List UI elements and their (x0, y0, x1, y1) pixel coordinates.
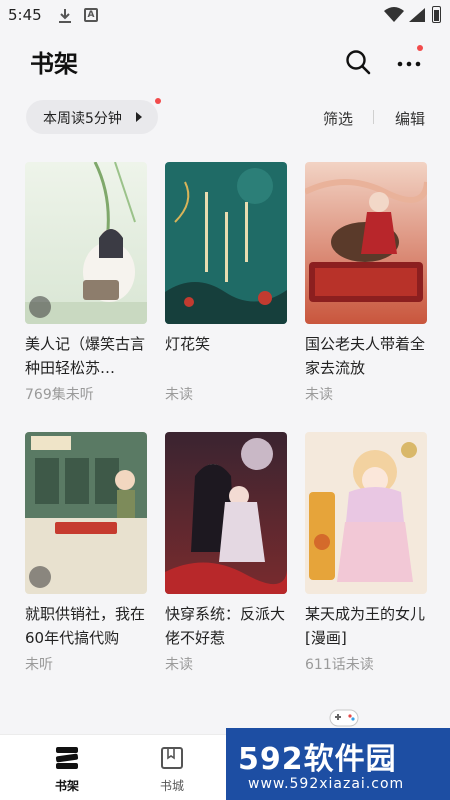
signal-icon (409, 8, 425, 22)
filter-button[interactable]: 筛选 (323, 108, 353, 129)
book-status: 611话未读 (305, 657, 374, 673)
battery-icon (432, 6, 441, 23)
notification-a-icon: A (84, 8, 98, 22)
watermark-brand: 592软件园 (238, 742, 397, 777)
reading-notification-dot (155, 98, 161, 104)
arrow-right-icon (136, 112, 142, 122)
weekly-reading-button[interactable]: 本周读5分钟 (26, 100, 158, 134)
bookshelf-icon (55, 747, 79, 769)
status-time: 5:45 (8, 6, 42, 24)
book-icon (161, 747, 183, 769)
book-cover[interactable] (165, 162, 287, 324)
book-status: 未读 (165, 657, 193, 673)
tab-bookstore-label: 书城 (159, 779, 184, 793)
book-status: 769集未听 (25, 387, 94, 403)
book-title: 就职供销社，我在60年代搞代购 (25, 605, 146, 647)
book-cover[interactable] (165, 432, 287, 594)
watermark-logo: 592软件园 www.592xiazai.com (226, 728, 450, 800)
book-title: 国公老夫人带着全家去流放 (305, 335, 426, 377)
book-title: 美人记（爆笑古言 种田轻松苏… (25, 335, 146, 377)
watermark-url: www.592xiazai.com (248, 776, 405, 792)
edit-button[interactable]: 编辑 (395, 108, 425, 129)
more-icon[interactable] (394, 48, 426, 76)
tab-bookshelf[interactable]: 书架 (37, 735, 97, 800)
download-icon (59, 9, 71, 23)
book-status: 未听 (25, 657, 53, 673)
bookshelf-page: 5:45 A 书架 本周读5分钟 筛选 编辑 美人记（爆笑古言 种田轻松苏… 7… (0, 0, 450, 800)
toolbar-divider (373, 110, 374, 124)
book-title: 快穿系统：反派大佬不好惹 (165, 605, 286, 647)
weekly-reading-label: 本周读5分钟 (43, 111, 122, 127)
tab-bookshelf-label: 书架 (54, 779, 79, 793)
book-title: 灯花笑 (165, 335, 211, 353)
book-status: 未读 (165, 387, 193, 403)
headphones-icon (29, 566, 51, 588)
book-cover[interactable] (25, 162, 147, 324)
page-title: 书架 (30, 50, 78, 78)
book-cover[interactable] (305, 432, 427, 594)
book-cover[interactable] (25, 432, 147, 594)
search-icon[interactable] (344, 48, 372, 76)
headphones-icon (29, 296, 51, 318)
notification-dot (417, 45, 423, 51)
wifi-icon (384, 7, 404, 22)
book-cover[interactable] (305, 162, 427, 324)
status-bar: 5:45 A (0, 0, 450, 32)
book-title: 某天成为王的女儿[漫画] (305, 605, 426, 647)
book-status: 未读 (305, 387, 333, 403)
tab-bookstore[interactable]: 书城 (142, 735, 202, 800)
